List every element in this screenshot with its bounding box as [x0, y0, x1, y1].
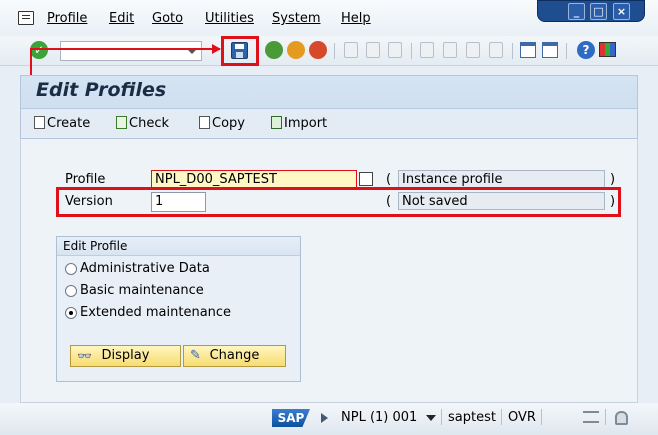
find-next-icon[interactable]	[388, 42, 402, 58]
enter-icon[interactable]: ✓	[30, 41, 48, 59]
transfer-icon[interactable]	[583, 411, 599, 423]
exit-icon[interactable]	[287, 41, 305, 59]
close-icon[interactable]: ×	[613, 3, 630, 20]
toolbar-separator	[566, 43, 567, 59]
version-value: 1	[155, 194, 164, 209]
status-separator	[541, 409, 542, 425]
profile-value: NPL_D00_SAPTEST	[155, 172, 277, 187]
radio-extended-maintenance[interactable]	[65, 307, 77, 319]
import-button[interactable]: Import	[271, 116, 327, 131]
radio-administrative-data[interactable]	[65, 263, 77, 275]
radio-basic-maintenance[interactable]	[65, 285, 77, 297]
back-icon[interactable]	[265, 41, 283, 59]
create-session-icon[interactable]	[520, 42, 536, 58]
profile-type: Instance profile	[398, 170, 605, 188]
menu-goto[interactable]: Goto	[152, 11, 183, 26]
insert-mode: OVR	[508, 410, 536, 425]
copy-button[interactable]: Copy	[199, 116, 245, 131]
copy-icon	[199, 116, 210, 129]
check-button[interactable]: Check	[116, 116, 169, 131]
system-info: NPL (1) 001	[341, 410, 418, 425]
profile-label: Profile	[65, 172, 106, 187]
version-label: Version	[65, 194, 113, 209]
menu-icon[interactable]	[18, 11, 34, 25]
close-paren: )	[610, 194, 616, 209]
previous-page-icon[interactable]	[443, 42, 457, 58]
command-field[interactable]	[60, 41, 202, 61]
display-label: Display	[101, 348, 150, 363]
server-name: saptest	[448, 410, 496, 425]
menu-edit[interactable]: Edit	[109, 11, 134, 26]
menu-system[interactable]: System	[272, 11, 320, 26]
status-separator	[501, 409, 502, 425]
option-basic-maintenance: Basic maintenance	[80, 283, 204, 298]
application-toolbar: Create Check Copy Import	[21, 108, 637, 138]
glasses-icon: 👓	[77, 349, 92, 363]
copy-label: Copy	[212, 116, 245, 131]
chevron-down-icon[interactable]	[426, 415, 436, 421]
open-paren: (	[386, 194, 392, 209]
option-extended-maintenance: Extended maintenance	[80, 305, 232, 320]
window-controls: _ □ ×	[537, 0, 645, 22]
toolbar-separator	[334, 43, 335, 59]
change-button[interactable]: ✎ Change	[183, 345, 286, 367]
import-icon	[271, 116, 282, 129]
menu-help[interactable]: Help	[341, 11, 371, 26]
pencil-icon: ✎	[190, 348, 201, 363]
maximize-icon[interactable]: □	[590, 3, 607, 20]
lock-icon[interactable]	[615, 411, 628, 425]
search-help-icon[interactable]	[359, 172, 373, 186]
highlight-connector-top	[30, 48, 220, 50]
create-button[interactable]: Create	[34, 116, 90, 131]
status-bar	[0, 403, 658, 435]
save-icon[interactable]	[231, 42, 248, 59]
open-paren: (	[386, 172, 392, 187]
edit-profile-group-title: Edit Profile	[57, 237, 300, 256]
check-label: Check	[129, 116, 169, 131]
toolbar-separator	[512, 43, 513, 59]
menu-profile[interactable]: Profile	[47, 11, 87, 26]
create-icon	[34, 116, 45, 129]
import-label: Import	[284, 116, 328, 131]
arrow-head-icon	[212, 44, 221, 54]
create-label: Create	[47, 116, 91, 131]
help-icon[interactable]: ?	[577, 41, 595, 59]
status-separator	[605, 409, 606, 425]
status-separator	[441, 409, 442, 425]
menu-utilities[interactable]: Utilities	[205, 11, 254, 26]
minimize-icon[interactable]: _	[568, 3, 585, 20]
first-page-icon[interactable]	[420, 42, 434, 58]
version-field[interactable]: 1	[151, 192, 206, 212]
change-label: Change	[209, 348, 260, 363]
cancel-icon[interactable]	[309, 41, 327, 59]
status-expand-icon[interactable]	[321, 413, 328, 423]
option-administrative-data: Administrative Data	[80, 261, 210, 276]
toolbar-separator	[411, 43, 412, 59]
display-button[interactable]: 👓 Display	[70, 345, 181, 367]
page-title: Edit Profiles	[36, 79, 167, 101]
next-page-icon[interactable]	[466, 42, 480, 58]
shortcut-icon[interactable]	[542, 42, 558, 58]
close-paren: )	[610, 172, 616, 187]
customize-layout-icon[interactable]	[599, 42, 616, 57]
profile-type-value: Instance profile	[402, 172, 503, 187]
last-page-icon[interactable]	[489, 42, 503, 58]
version-status-value: Not saved	[402, 194, 468, 209]
version-status: Not saved	[398, 192, 605, 210]
check-icon	[116, 116, 127, 129]
print-icon[interactable]	[344, 42, 358, 58]
find-icon[interactable]	[366, 42, 380, 58]
